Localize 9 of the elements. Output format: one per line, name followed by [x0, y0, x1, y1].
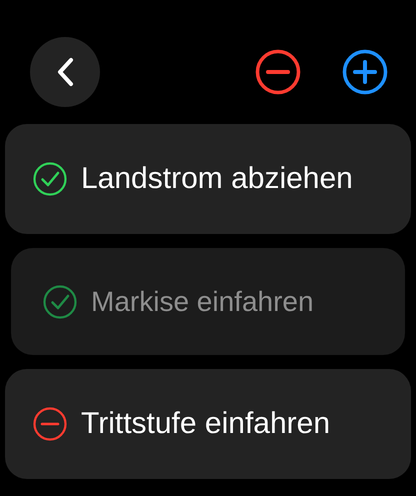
- task-label: Landstrom abziehen: [81, 161, 353, 197]
- remove-icon[interactable]: [255, 49, 301, 95]
- add-icon[interactable]: [342, 49, 388, 95]
- task-row[interactable]: Markise einfahren: [11, 248, 405, 355]
- task-row[interactable]: Landstrom abziehen: [5, 124, 411, 234]
- chevron-left-icon: [56, 57, 74, 87]
- task-label: Markise einfahren: [91, 284, 314, 318]
- task-label: Trittstufe einfahren: [81, 406, 330, 442]
- task-row[interactable]: Trittstufe einfahren: [5, 369, 411, 479]
